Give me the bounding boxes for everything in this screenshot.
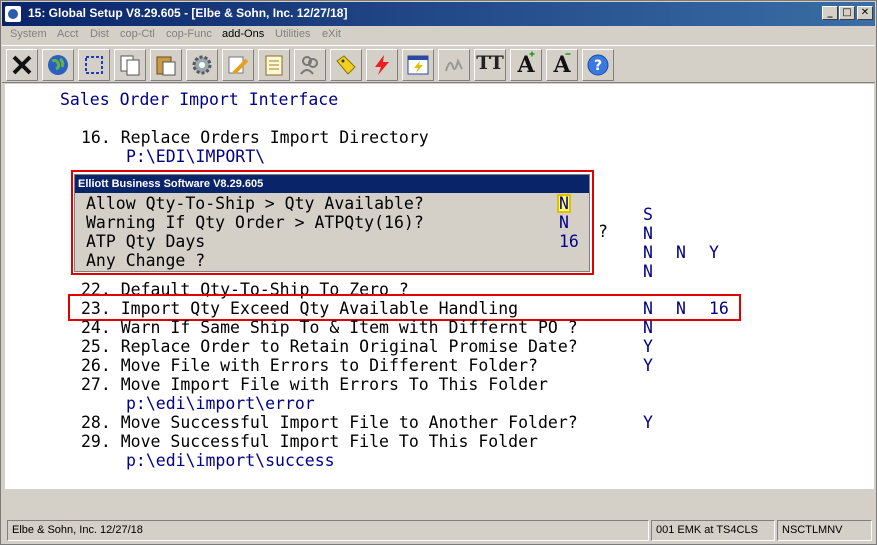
field-21-value-3[interactable]: Y <box>709 243 719 262</box>
globe-icon[interactable] <box>42 49 74 81</box>
field-16-value[interactable]: P:\EDI\IMPORT\ <box>126 147 265 166</box>
menu-system[interactable]: System <box>10 28 47 40</box>
font-tt-icon[interactable]: TT <box>474 49 506 81</box>
select-icon[interactable] <box>78 49 110 81</box>
users-icon[interactable] <box>294 49 326 81</box>
close-button[interactable]: ✕ <box>857 6 873 20</box>
toolbar: TT A A ? <box>2 45 875 83</box>
notepad-icon[interactable] <box>258 49 290 81</box>
menu-dist[interactable]: Dist <box>90 28 109 40</box>
field-26-label[interactable]: 26. Move File with Errors to Different F… <box>81 356 538 375</box>
highlight-field-23 <box>68 294 741 321</box>
field-25-value[interactable]: Y <box>643 337 653 356</box>
field-17-question-mark: ? <box>598 222 608 241</box>
field-27-value[interactable]: p:\edi\import\error <box>126 394 315 413</box>
field-21-value-1[interactable]: N <box>643 243 653 262</box>
svg-text:?: ? <box>594 58 602 74</box>
lightning-icon[interactable] <box>366 49 398 81</box>
menu-acct[interactable]: Acct <box>57 28 78 40</box>
status-company: Elbe & Sohn, Inc. 12/27/18 <box>7 520 649 541</box>
field-28-label[interactable]: 28. Move Successful Import File to Anoth… <box>81 413 578 432</box>
field-24-value[interactable]: N <box>643 318 653 337</box>
signature-icon[interactable] <box>438 49 470 81</box>
field-27-label[interactable]: 27. Move Import File with Errors To This… <box>81 375 548 394</box>
window-title: 15: Global Setup V8.29.605 - [Elbe & Soh… <box>28 6 348 20</box>
field-29-label[interactable]: 29. Move Successful Import File To This … <box>81 432 538 451</box>
screen-heading: Sales Order Import Interface <box>60 90 339 109</box>
font-shrink-icon[interactable]: A <box>546 49 578 81</box>
paste-icon[interactable] <box>150 49 182 81</box>
tag-icon[interactable] <box>330 49 362 81</box>
field-21-value-2[interactable]: N <box>676 243 686 262</box>
app-window: 15: Global Setup V8.29.605 - [Elbe & Soh… <box>0 0 877 545</box>
field-24-label[interactable]: 24. Warn If Same Ship To & Item with Dif… <box>81 318 578 337</box>
highlight-popup <box>71 170 594 275</box>
menu-cop-func[interactable]: cop-Func <box>166 28 212 40</box>
close-x-icon[interactable] <box>6 49 38 81</box>
field-28-value[interactable]: Y <box>643 413 653 432</box>
window-lightning-icon[interactable] <box>402 49 434 81</box>
field-19-value[interactable]: N <box>643 224 653 243</box>
field-21b-value[interactable]: N <box>643 262 653 281</box>
menu-add-ons[interactable]: add-Ons <box>222 28 264 40</box>
menu-exit[interactable]: eXit <box>322 28 341 40</box>
field-26-value[interactable]: Y <box>643 356 653 375</box>
menu-cop-ctl[interactable]: cop-Ctl <box>120 28 155 40</box>
field-25-label[interactable]: 25. Replace Order to Retain Original Pro… <box>81 337 578 356</box>
status-bar: Elbe & Sohn, Inc. 12/27/18 001 EMK at TS… <box>5 520 874 541</box>
field-16-label[interactable]: 16. Replace Orders Import Directory <box>81 128 429 147</box>
field-18-value[interactable]: S <box>643 205 653 224</box>
maximize-button[interactable]: □ <box>839 6 855 20</box>
field-29-value[interactable]: p:\edi\import\success <box>126 451 335 470</box>
status-program: NSCTLMNV <box>777 520 872 541</box>
copy-icon[interactable] <box>114 49 146 81</box>
title-bar[interactable]: 15: Global Setup V8.29.605 - [Elbe & Soh… <box>2 2 875 26</box>
help-icon[interactable]: ? <box>582 49 614 81</box>
minimize-button[interactable]: _ <box>822 6 838 20</box>
menu-utilities[interactable]: Utilities <box>275 28 310 40</box>
status-user: 001 EMK at TS4CLS <box>651 520 775 541</box>
settings-gear-icon[interactable] <box>186 49 218 81</box>
menu-bar: System Acct Dist cop-Ctl cop-Func add-On… <box>2 26 875 44</box>
font-grow-icon[interactable]: A <box>510 49 542 81</box>
edit-pencil-icon[interactable] <box>222 49 254 81</box>
app-icon[interactable] <box>5 6 21 22</box>
